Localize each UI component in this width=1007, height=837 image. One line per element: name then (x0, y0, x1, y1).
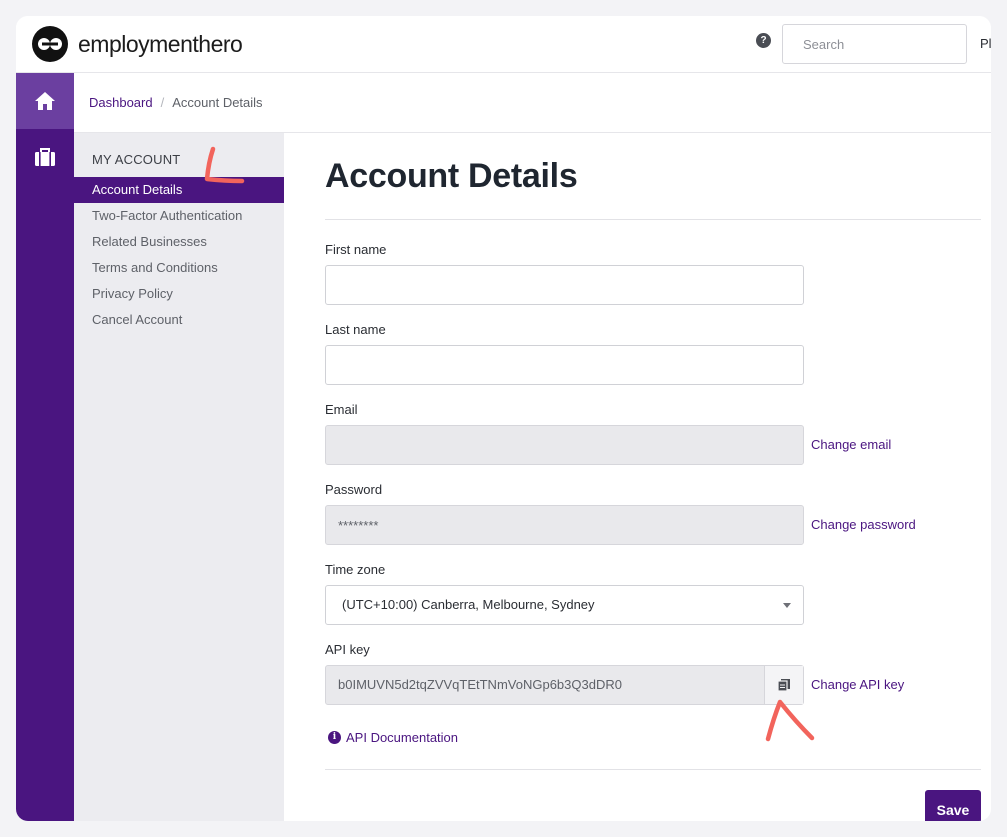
copy-api-key-button[interactable] (764, 666, 803, 704)
rail-item-home[interactable] (16, 73, 74, 129)
menu-item-cancel-account[interactable]: Cancel Account (74, 307, 284, 333)
last-name-label: Last name (325, 322, 386, 337)
home-icon (35, 92, 55, 110)
first-name-label: First name (325, 242, 387, 257)
chevron-down-icon (783, 603, 791, 608)
menu-item-terms[interactable]: Terms and Conditions (74, 255, 284, 281)
brand-name: employmenthero (78, 30, 243, 57)
menu-item-related-businesses[interactable]: Related Businesses (74, 229, 284, 255)
email-field (325, 425, 804, 465)
breadcrumb-current: Account Details (172, 95, 263, 110)
password-label: Password (325, 482, 383, 497)
breadcrumb-dashboard-link[interactable]: Dashboard (89, 95, 153, 110)
email-label: Email (325, 402, 358, 417)
title-divider (325, 219, 981, 220)
briefcase-icon (35, 148, 55, 166)
timezone-value: (UTC+10:00) Canberra, Melbourne, Sydney (342, 597, 595, 612)
change-password-link[interactable]: Change password (811, 517, 916, 532)
change-api-key-link[interactable]: Change API key (811, 677, 904, 692)
left-rail (16, 73, 74, 821)
breadcrumb: Dashboard / Account Details (74, 73, 991, 133)
menu-item-account-details[interactable]: Account Details (74, 177, 284, 203)
search-input[interactable] (782, 24, 967, 64)
password-field (325, 505, 804, 545)
timezone-label: Time zone (325, 562, 386, 577)
copy-icon (777, 679, 790, 692)
change-email-link[interactable]: Change email (811, 437, 891, 452)
first-name-field[interactable] (325, 265, 804, 305)
page-title: Account Details (325, 157, 578, 195)
api-documentation-label: API Documentation (346, 730, 459, 745)
top-bar: employmenthero ? Pl (16, 16, 991, 73)
logo-mark-icon (32, 26, 68, 62)
api-key-value: b0IMUVN5d2tqZVVqTEtTNmVoNGp6b3Q3dDR0 (338, 677, 622, 692)
breadcrumb-separator: / (160, 95, 165, 110)
user-menu[interactable]: Pl (980, 36, 991, 51)
footer-divider (325, 769, 981, 770)
timezone-select[interactable]: (UTC+10:00) Canberra, Melbourne, Sydney (325, 585, 804, 625)
save-button[interactable]: Save (925, 790, 981, 821)
last-name-field[interactable] (325, 345, 804, 385)
app-window: employmenthero ? Pl Dashboard / Account De… (16, 16, 991, 821)
rail-item-briefcase[interactable] (16, 129, 74, 185)
api-key-label: API key (325, 642, 370, 657)
info-icon: i (328, 731, 341, 744)
menu-list: Account Details Two-Factor Authenticatio… (74, 177, 284, 333)
account-menu: MY ACCOUNT Account Details Two-Factor Au… (74, 133, 284, 821)
menu-heading: MY ACCOUNT (92, 152, 181, 167)
brand-logo[interactable]: employmenthero (32, 26, 243, 62)
account-details-form: Account Details First name Last name Ema… (284, 133, 991, 821)
api-documentation-link[interactable]: i API Documentation (328, 730, 458, 745)
api-key-field[interactable]: b0IMUVN5d2tqZVVqTEtTNmVoNGp6b3Q3dDR0 (325, 665, 804, 705)
menu-item-two-factor[interactable]: Two-Factor Authentication (74, 203, 284, 229)
help-icon[interactable]: ? (756, 33, 771, 48)
menu-item-privacy[interactable]: Privacy Policy (74, 281, 284, 307)
